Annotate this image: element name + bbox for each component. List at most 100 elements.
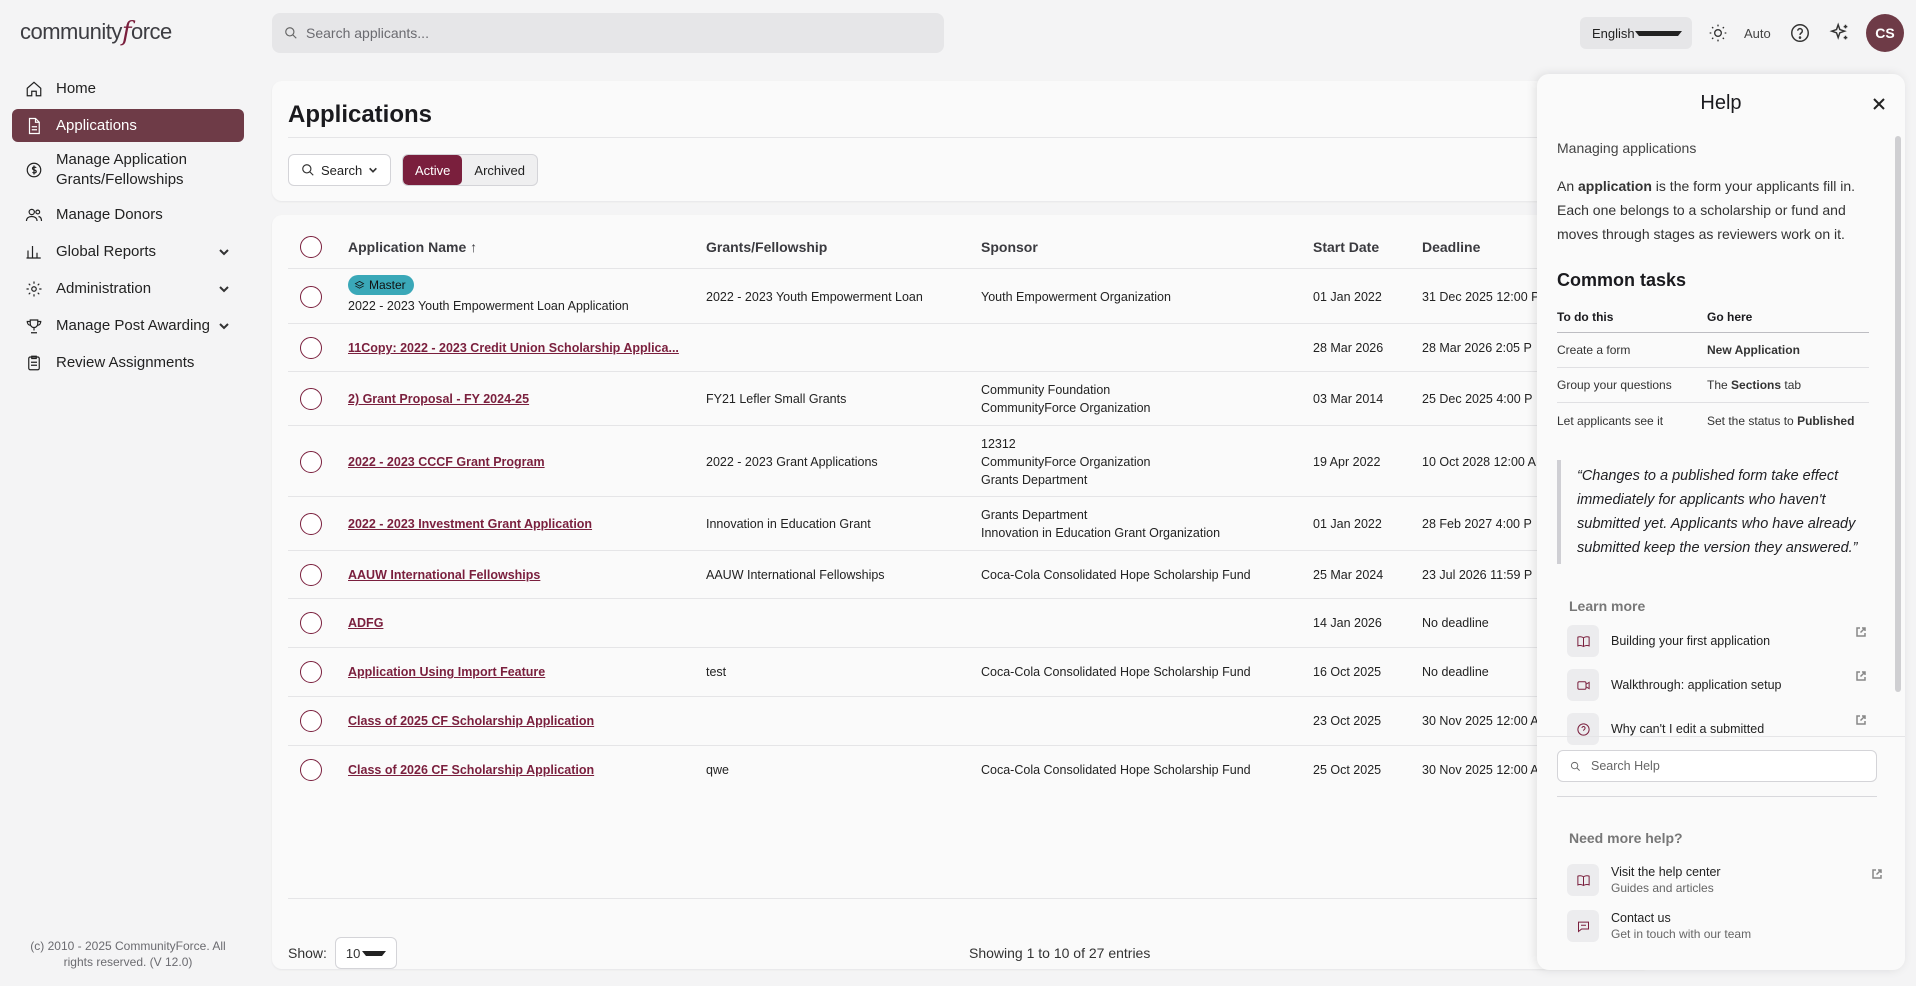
application-link[interactable]: Class of 2026 CF Scholarship Application bbox=[348, 761, 594, 779]
help-panel: Help Managing applications An applicatio… bbox=[1537, 74, 1905, 970]
communityforce-logo[interactable]: community f orce bbox=[20, 14, 172, 50]
table-row: Application Using Import Feature test Co… bbox=[288, 648, 1652, 697]
sidebar-item-label: Review Assignments bbox=[56, 353, 195, 371]
select-all-checkbox[interactable] bbox=[300, 236, 322, 258]
sidebar-item-label: Manage Post Awarding bbox=[56, 316, 210, 334]
user-avatar[interactable]: CS bbox=[1866, 14, 1904, 52]
grant-cell: FY21 Lefler Small Grants bbox=[706, 392, 847, 406]
column-deadline[interactable]: Deadline bbox=[1422, 239, 1480, 255]
contact-us-link[interactable]: Contact us Get in touch with our team bbox=[1567, 910, 1883, 942]
applicant-search-input[interactable] bbox=[306, 25, 906, 41]
application-link[interactable]: 2022 - 2023 Investment Grant Application bbox=[348, 515, 592, 533]
application-link[interactable]: 2) Grant Proposal - FY 2024-25 bbox=[348, 390, 529, 408]
row-checkbox[interactable] bbox=[300, 388, 322, 410]
bar-chart-icon bbox=[24, 242, 44, 262]
search-filter-button[interactable]: Search bbox=[288, 154, 392, 186]
close-icon[interactable] bbox=[1871, 96, 1887, 112]
tab-active[interactable]: Active bbox=[403, 155, 463, 185]
row-checkbox[interactable] bbox=[300, 513, 322, 535]
need-item-text: Contact us Get in touch with our team bbox=[1611, 911, 1751, 941]
row-checkbox[interactable] bbox=[300, 759, 322, 781]
theme-toggle[interactable]: Auto bbox=[1708, 20, 1771, 46]
help-content[interactable]: Managing applications An application is … bbox=[1557, 134, 1877, 794]
chevron-down-icon[interactable] bbox=[218, 282, 232, 296]
column-grants[interactable]: Grants/Fellowship bbox=[706, 239, 827, 255]
help-search-input[interactable] bbox=[1591, 759, 1871, 773]
page-size-select[interactable]: 10 bbox=[334, 937, 397, 969]
application-link[interactable]: Application Using Import Feature bbox=[348, 663, 545, 681]
start-date-cell: 01 Jan 2022 bbox=[1313, 517, 1382, 531]
sidebar-item-manage-grants[interactable]: Manage Application Grants/Fellowships bbox=[12, 146, 244, 194]
help-search[interactable] bbox=[1557, 750, 1877, 782]
row-checkbox[interactable] bbox=[300, 451, 322, 473]
entries-count: Showing 1 to 10 of 27 entries bbox=[969, 945, 1151, 961]
row-checkbox[interactable] bbox=[300, 337, 322, 359]
tab-archived[interactable]: Archived bbox=[462, 155, 537, 185]
help-intro: An application is the form your applican… bbox=[1557, 174, 1877, 246]
sidebar-item-label: Global Reports bbox=[56, 242, 157, 260]
application-link[interactable]: 2022 - 2023 Youth Empowerment Loan Appli… bbox=[348, 297, 629, 315]
need-item-sub: Guides and articles bbox=[1611, 881, 1714, 895]
sidebar-item-review-assignments[interactable]: Review Assignments bbox=[12, 346, 244, 379]
sidebar-item-post-awarding[interactable]: Manage Post Awarding bbox=[12, 309, 244, 342]
need-item-sub: Get in touch with our team bbox=[1611, 927, 1752, 941]
deadline-cell: 23 Jul 2026 11:59 P bbox=[1422, 568, 1533, 582]
chevron-down-icon[interactable] bbox=[218, 245, 232, 259]
task-location-text: The bbox=[1707, 378, 1732, 392]
sidebar-item-applications[interactable]: Applications bbox=[12, 109, 244, 142]
task-cell: Let applicants see it bbox=[1557, 413, 1664, 428]
help-center-link[interactable]: Visit the help center Guides and article… bbox=[1567, 864, 1883, 896]
sponsor-line: Innovation in Education Grant Organizati… bbox=[981, 526, 1221, 540]
sponsor-line: CommunityForce Organization bbox=[981, 401, 1151, 415]
column-start-date[interactable]: Start Date bbox=[1313, 239, 1379, 255]
application-link[interactable]: 11Copy: 2022 - 2023 Credit Union Scholar… bbox=[348, 339, 679, 357]
chevron-down-icon[interactable] bbox=[218, 319, 232, 333]
sidebar-item-administration[interactable]: Administration bbox=[12, 272, 244, 305]
chevron-down-icon bbox=[369, 167, 378, 173]
application-link[interactable]: AAUW International Fellowships bbox=[348, 566, 540, 584]
sidebar-item-home[interactable]: Home bbox=[12, 72, 244, 105]
sparkles-icon[interactable] bbox=[1829, 22, 1851, 44]
language-select[interactable]: English bbox=[1580, 17, 1692, 49]
sponsor-cell: Youth Empowerment Organization bbox=[981, 290, 1171, 304]
sidebar-nav: Home Applications Manage Application Gra… bbox=[12, 72, 244, 383]
help-quote: “Changes to a published form take effect… bbox=[1557, 460, 1877, 564]
column-application-name[interactable]: Application Name ↑ bbox=[348, 239, 477, 255]
table-row: AAUW International Fellowships AAUW Inte… bbox=[288, 551, 1652, 599]
application-link[interactable]: Class of 2025 CF Scholarship Application bbox=[348, 712, 594, 730]
application-link[interactable]: 2022 - 2023 CCCF Grant Program bbox=[348, 453, 545, 471]
sponsor-cell: 12312 CommunityForce Organization Grants… bbox=[981, 435, 1151, 489]
row-checkbox[interactable] bbox=[300, 564, 322, 586]
sidebar-item-global-reports[interactable]: Global Reports bbox=[12, 235, 244, 268]
trophy-icon bbox=[24, 316, 44, 336]
sidebar-item-manage-donors[interactable]: Manage Donors bbox=[12, 198, 244, 231]
master-badge: Master bbox=[348, 275, 414, 295]
row-checkbox[interactable] bbox=[300, 286, 322, 308]
learn-item[interactable]: Why can't I edit a submitted bbox=[1567, 712, 1867, 746]
deadline-cell: 30 Nov 2025 12:00 A bbox=[1422, 714, 1539, 728]
task-row: Create a form New Application bbox=[1557, 333, 1869, 368]
start-date-cell: 01 Jan 2022 bbox=[1313, 290, 1382, 304]
row-checkbox[interactable] bbox=[300, 710, 322, 732]
deadline-cell: No deadline bbox=[1422, 616, 1489, 630]
sponsor-cell: Coca-Cola Consolidated Hope Scholarship … bbox=[981, 665, 1251, 679]
column-sponsor[interactable]: Sponsor bbox=[981, 239, 1038, 255]
applicant-search[interactable] bbox=[272, 13, 944, 53]
row-checkbox[interactable] bbox=[300, 661, 322, 683]
external-link-icon bbox=[1855, 714, 1867, 726]
learn-item[interactable]: Building your first application bbox=[1567, 624, 1867, 658]
row-checkbox[interactable] bbox=[300, 612, 322, 634]
help-circle-icon[interactable] bbox=[1789, 22, 1811, 44]
table-row: Class of 2026 CF Scholarship Application… bbox=[288, 746, 1652, 795]
need-item-label: Visit the help center bbox=[1611, 865, 1721, 879]
application-link[interactable]: ADFG bbox=[348, 614, 383, 632]
learn-item[interactable]: Walkthrough: application setup bbox=[1567, 668, 1867, 702]
sponsor-line: 12312 bbox=[981, 437, 1016, 451]
copyright-text: (c) 2010 - 2025 CommunityForce. All righ… bbox=[30, 939, 226, 969]
search-filter-label: Search bbox=[321, 162, 363, 178]
help-scrollbar[interactable] bbox=[1895, 136, 1901, 692]
deadline-cell: 25 Dec 2025 4:00 P bbox=[1422, 392, 1533, 406]
sidebar-item-label: Manage Application Grants/Fellowships bbox=[56, 151, 187, 188]
theme-value: Auto bbox=[1744, 25, 1771, 41]
caret-down-icon bbox=[361, 950, 386, 956]
